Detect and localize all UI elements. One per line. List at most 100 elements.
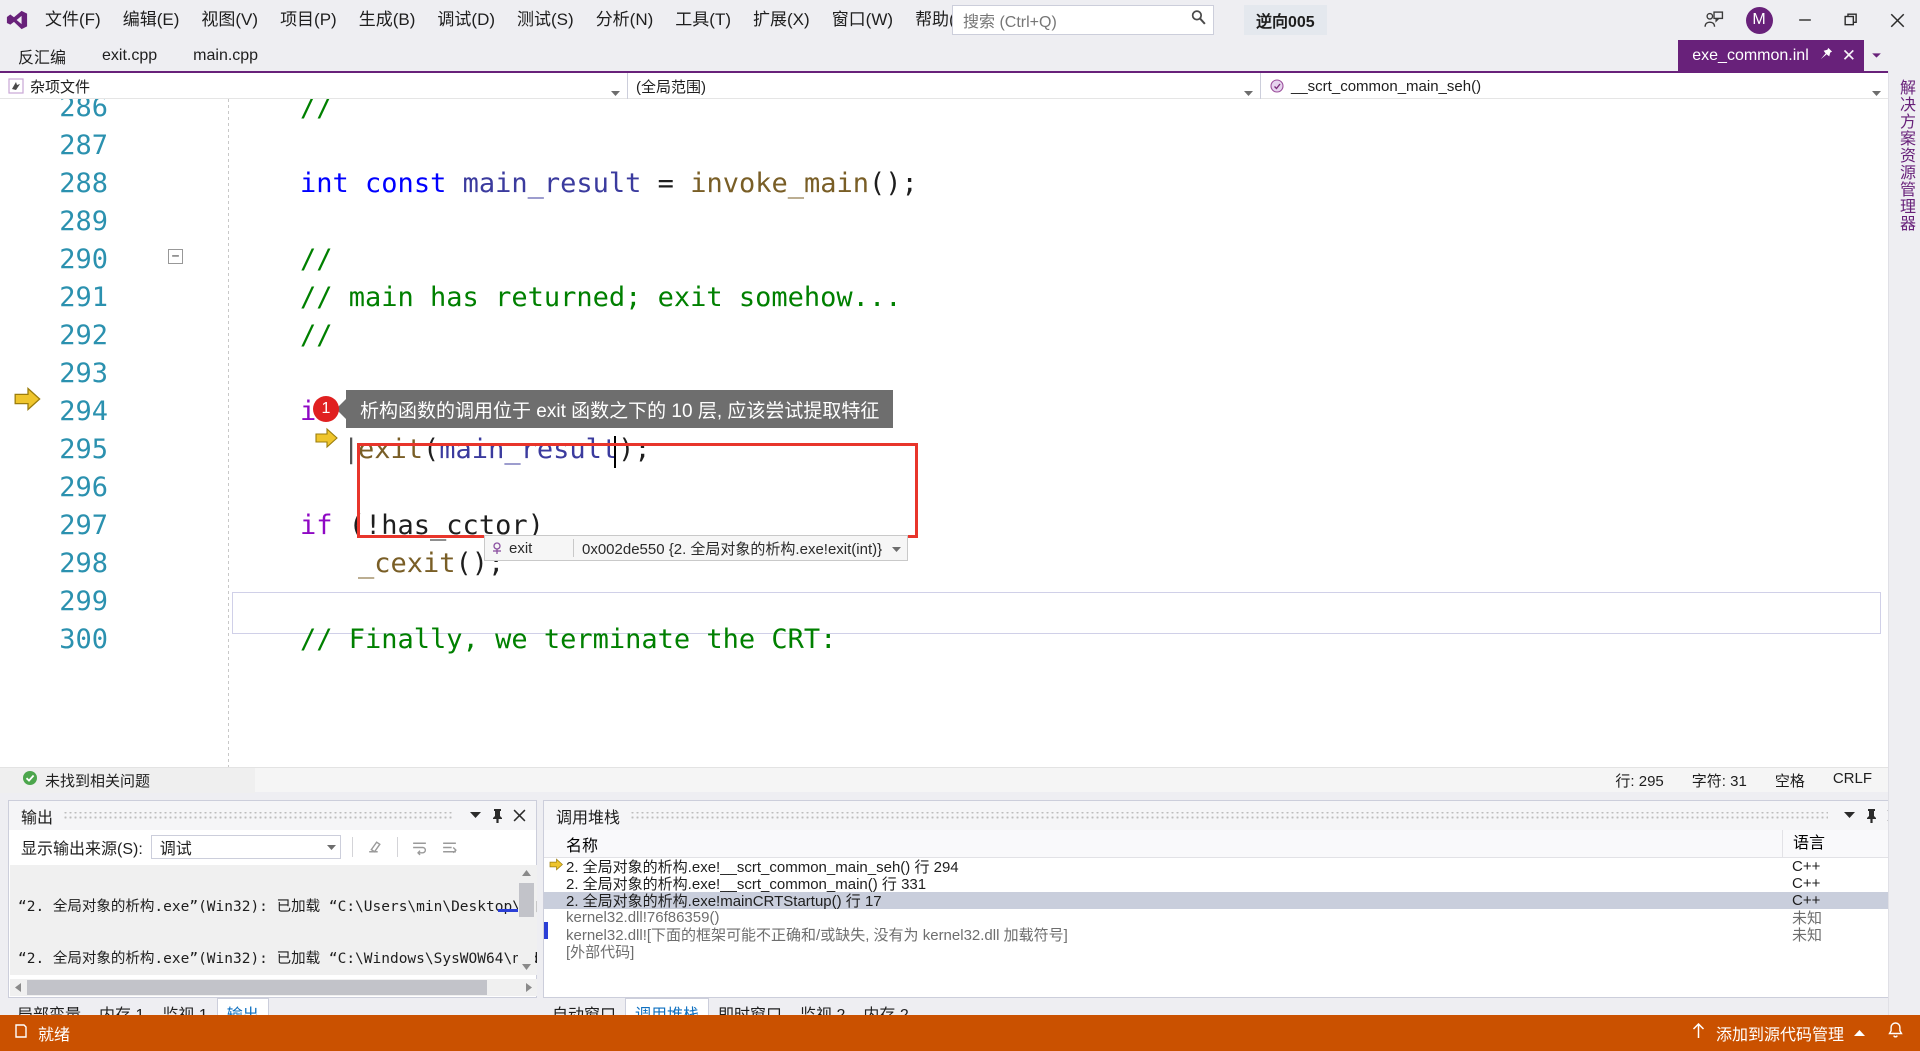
navbar-member-dropdown[interactable]: __scrt_common_main_seh() <box>1261 73 1888 99</box>
pin-icon[interactable] <box>1860 805 1882 827</box>
close-icon[interactable]: ✕ <box>1842 47 1856 64</box>
output-source-label: 显示输出来源(S): <box>21 841 143 858</box>
annotation-number: 1 <box>321 400 331 417</box>
menu-label: 生成(B) <box>358 10 416 29</box>
drag-handle[interactable] <box>63 811 454 820</box>
line-number: 300 <box>59 624 108 655</box>
method-icon <box>1269 78 1285 94</box>
avatar: M <box>1745 6 1773 34</box>
search-input[interactable]: 搜索 (Ctrl+Q) <box>952 5 1214 35</box>
tab-label: exit.cpp <box>102 46 158 64</box>
tab-exe-common-inl[interactable]: exe_common.inl ✕ <box>1678 40 1864 71</box>
output-vertical-scrollbar[interactable] <box>518 865 535 975</box>
menu-item-analyze[interactable]: 分析(N) <box>585 0 665 40</box>
add-to-source-control-button[interactable]: 添加到源代码管理 <box>1716 1021 1844 1045</box>
outlining-rail <box>228 99 229 767</box>
scroll-down-icon[interactable] <box>518 959 535 975</box>
pin-icon[interactable] <box>1818 46 1833 66</box>
chevron-down-icon[interactable] <box>464 805 486 827</box>
execution-pointer-icon[interactable] <box>14 386 42 419</box>
project-chip-label: 逆向005 <box>1256 14 1315 31</box>
toggle-word-wrap-icon[interactable] <box>409 836 431 858</box>
go-to-message-icon[interactable] <box>439 836 461 858</box>
output-panel-title: 输出 <box>21 809 54 827</box>
problem-status-label: 未找到相关问题 <box>45 772 151 790</box>
column-indicator[interactable]: 字符: 31 <box>1692 770 1747 791</box>
account-avatar[interactable]: M <box>1736 0 1782 40</box>
navbar-scope-dropdown[interactable]: (全局范围) <box>628 73 1261 99</box>
menu-item-debug[interactable]: 调试(D) <box>426 0 506 40</box>
close-button[interactable] <box>1874 0 1920 40</box>
avatar-initial: M <box>1752 11 1766 28</box>
minimize-button[interactable] <box>1782 0 1828 40</box>
problem-status[interactable]: 未找到相关问题 <box>0 767 255 793</box>
output-horizontal-scrollbar[interactable] <box>10 979 537 996</box>
drag-handle[interactable] <box>630 811 1828 820</box>
navbar-project-label: 杂项文件 <box>30 78 91 96</box>
output-source-dropdown[interactable]: 调试 <box>150 835 341 859</box>
project-chip[interactable]: 逆向005 <box>1244 5 1327 35</box>
eol-indicator[interactable]: CRLF <box>1833 770 1872 791</box>
breakpoint-anchor-icon <box>485 541 509 555</box>
ready-icon <box>13 1023 29 1044</box>
call-stack-panel: 调用堆栈 名称 语言 2. 全局对象的析构.exe!__scrt_common_… <box>543 800 1911 998</box>
menu-label: 调试(D) <box>437 10 496 29</box>
scroll-right-icon[interactable] <box>521 979 537 996</box>
visual-studio-window: 文件(F) 编辑(E) 视图(V) 项目(P) 生成(B) 调试(D) 测试(S… <box>0 0 1920 1051</box>
tab-overflow-button[interactable] <box>1864 40 1888 71</box>
pin-icon[interactable] <box>486 805 508 827</box>
tab-exit-cpp[interactable]: exit.cpp <box>84 40 175 71</box>
code-line-288: int const main_result = invoke_main(); <box>300 168 918 199</box>
sidebar-item-solution-explorer[interactable]: 解决方案资源管理器 <box>1893 79 1917 232</box>
status-left-group: 就绪 <box>0 1021 70 1045</box>
search-placeholder: 搜索 (Ctrl+Q) <box>963 14 1057 31</box>
menu-item-window[interactable]: 窗口(W) <box>821 0 904 40</box>
bell-icon[interactable] <box>1887 1021 1904 1045</box>
code-line-295: exit(main_result); <box>358 434 651 465</box>
title-bar: 文件(F) 编辑(E) 视图(V) 项目(P) 生成(B) 调试(D) 测试(S… <box>0 0 1920 40</box>
search-icon[interactable] <box>1190 9 1207 31</box>
menu-item-project[interactable]: 项目(P) <box>269 0 348 40</box>
right-dock-rail: 解决方案资源管理器 <box>1888 71 1920 1015</box>
table-row[interactable]: 2. 全局对象的析构.exe!mainCRTStartup() 行 17 C++ <box>544 892 1910 910</box>
column-header-name[interactable]: 名称 <box>544 832 1782 856</box>
status-bar: 就绪 添加到源代码管理 <box>0 1015 1920 1051</box>
tab-main-cpp[interactable]: main.cpp <box>175 40 276 71</box>
chevron-down-icon[interactable] <box>1838 805 1860 827</box>
navbar-project-dropdown[interactable]: 杂项文件 <box>0 73 628 99</box>
collapse-minus-icon[interactable]: − <box>168 249 183 264</box>
scroll-left-icon[interactable] <box>10 979 26 996</box>
code-editor[interactable]: 286 287 288 289 290 291 292 293 294 295 … <box>0 99 1888 767</box>
menu-label: 分析(N) <box>595 10 654 29</box>
menu-item-build[interactable]: 生成(B) <box>348 0 427 40</box>
scrollbar-thumb[interactable] <box>27 980 487 995</box>
table-row[interactable]: 2. 全局对象的析构.exe!__scrt_common_main_seh() … <box>544 858 1910 876</box>
status-right-group: 添加到源代码管理 <box>1691 1021 1920 1045</box>
tab-disassembly[interactable]: 反汇编 <box>0 40 84 71</box>
chevron-down-icon[interactable] <box>326 838 336 856</box>
chevron-down-icon[interactable] <box>892 540 907 557</box>
scroll-up-icon[interactable] <box>518 865 535 881</box>
menu-item-tools[interactable]: 工具(T) <box>664 0 742 40</box>
scrollbar-thumb[interactable] <box>519 883 534 917</box>
menu-item-test[interactable]: 测试(S) <box>506 0 585 40</box>
annotation-text: 析构函数的调用位于 exit 函数之下的 10 层, 应该尝试提取特征 <box>360 400 880 422</box>
menu-item-extensions[interactable]: 扩展(X) <box>742 0 821 40</box>
table-row[interactable]: [外部代码] <box>544 943 1910 961</box>
restore-button[interactable] <box>1828 0 1874 40</box>
data-tip-name: exit <box>509 539 533 557</box>
close-icon[interactable] <box>508 805 530 827</box>
indent-indicator[interactable]: 空格 <box>1775 770 1805 791</box>
output-text-area[interactable]: “2. 全局对象的析构.exe”(Win32): 已加载 “C:\Users\m… <box>10 865 537 975</box>
output-line: “2. 全局对象的析构.exe”(Win32): 已加载 “C:\Users\m… <box>18 899 537 915</box>
send-feedback-icon[interactable] <box>1690 0 1736 40</box>
debugger-data-tip[interactable]: exit 0x002de550 {2. 全局对象的析构.exe!exit(int… <box>484 535 909 561</box>
current-statement-icon[interactable] <box>315 425 339 456</box>
line-indicator[interactable]: 行: 295 <box>1615 770 1663 791</box>
menu-item-file[interactable]: 文件(F) <box>34 0 112 40</box>
menu-item-edit[interactable]: 编辑(E) <box>112 0 191 40</box>
chevron-up-icon[interactable] <box>1854 1024 1865 1042</box>
menu-item-view[interactable]: 视图(V) <box>190 0 269 40</box>
sidebar-item-label: 解决方案资源管理器 <box>1897 79 1914 232</box>
clear-all-icon[interactable] <box>364 836 386 858</box>
